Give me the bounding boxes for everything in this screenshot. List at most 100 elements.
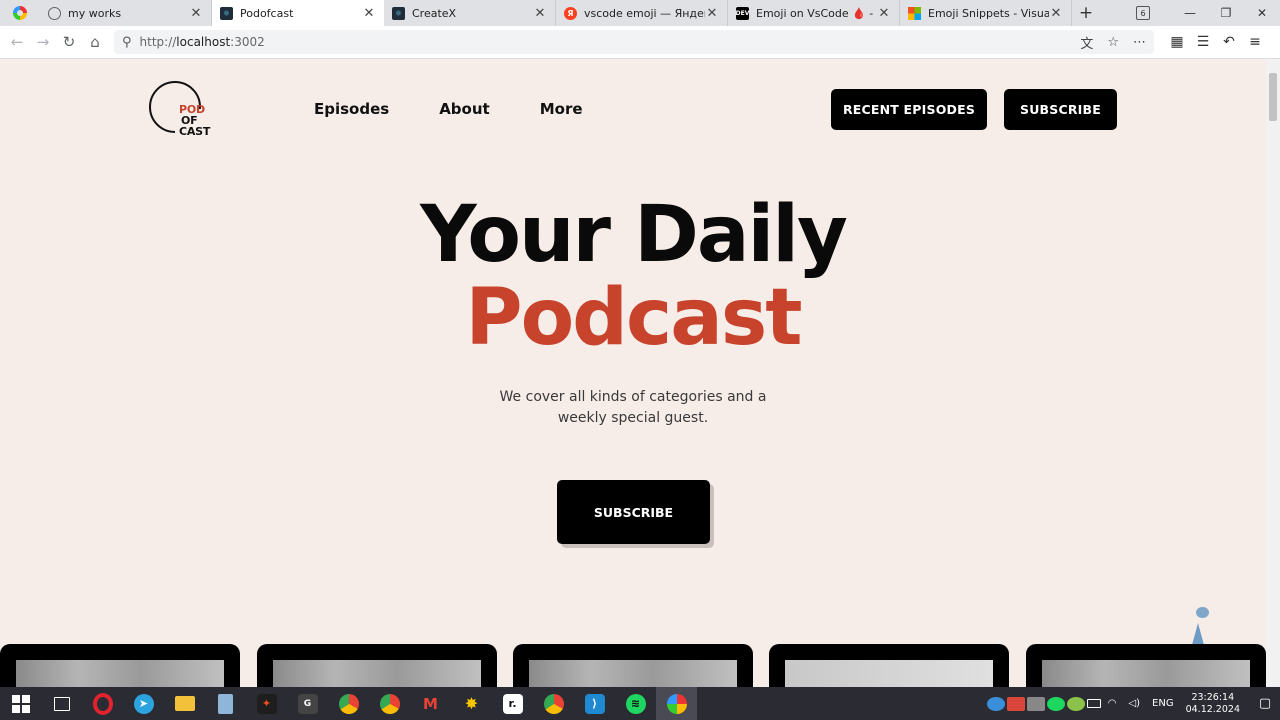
close-icon[interactable]: ✕: [362, 6, 376, 21]
react-icon: ⚛: [220, 6, 233, 20]
system-clock[interactable]: 23:26:14 04.12.2024: [1186, 692, 1240, 716]
reload-icon[interactable]: ↻: [56, 33, 82, 51]
nav-about[interactable]: About: [439, 100, 490, 118]
tab-emoji-snippets[interactable]: Emoji Snippets - Visual Stu ✕: [900, 0, 1072, 26]
clock-time: 23:26:14: [1191, 691, 1235, 703]
browser-logo-icon[interactable]: [0, 0, 40, 26]
browser-icon[interactable]: [656, 687, 697, 720]
logo-text-cast: CAST: [179, 125, 211, 138]
telegram-icon[interactable]: ➤: [123, 687, 164, 720]
tab-createx[interactable]: ⚛ CreateX ✕: [384, 0, 556, 26]
address-bar[interactable]: ⚲ http://localhost:3002 文 ☆ ⋯: [114, 30, 1154, 54]
windows-start-icon[interactable]: [0, 687, 41, 720]
close-icon[interactable]: ✕: [533, 6, 547, 21]
browser-tab-strip: my works ✕ ⚛ Podofcast ✕ ⚛ CreateX ✕ Я v…: [0, 0, 1280, 26]
tab-title: Podofcast: [240, 6, 294, 20]
vscode-icon[interactable]: ⟩: [574, 687, 615, 720]
extensions-grid-icon[interactable]: ▦: [1164, 34, 1190, 50]
clock-date: 04.12.2024: [1185, 703, 1240, 715]
episode-card[interactable]: [513, 644, 753, 687]
tray-green-icon[interactable]: [1066, 696, 1085, 711]
close-icon[interactable]: ✕: [877, 6, 891, 21]
hero-title-line1: Your Daily: [420, 190, 848, 280]
subscribe-header-button[interactable]: SUBSCRIBE: [1004, 89, 1117, 130]
favorites-list-icon[interactable]: ☰: [1190, 34, 1216, 50]
tab-dev[interactable]: DEV Emoji on VsCode 🩸 - DEV ✕: [728, 0, 900, 26]
new-tab-button[interactable]: +: [1072, 0, 1100, 26]
react-icon: ⚛: [392, 6, 405, 20]
nav-more[interactable]: More: [540, 100, 583, 118]
back-icon[interactable]: ←: [4, 33, 30, 51]
tab-count-badge[interactable]: 6: [1136, 6, 1150, 20]
figma-icon[interactable]: ✦: [246, 687, 287, 720]
notification-center-icon[interactable]: ▢: [1250, 696, 1280, 711]
tab-title: CreateX: [412, 6, 457, 20]
hero-subtitle-line1: We cover all kinds of categories and a: [499, 389, 767, 405]
episode-card[interactable]: [1026, 644, 1266, 687]
tab-my-works[interactable]: my works ✕: [40, 0, 212, 26]
chrome-icon[interactable]: [533, 687, 574, 720]
opera-icon[interactable]: [82, 687, 123, 720]
close-icon[interactable]: ✕: [1049, 6, 1063, 21]
url-host: localhost: [176, 35, 231, 49]
nav-episodes[interactable]: Episodes: [314, 100, 389, 118]
page-content: POD OF CAST Episodes About More RECENT E…: [0, 59, 1266, 687]
tray-monitor-icon[interactable]: [1026, 696, 1045, 711]
language-indicator[interactable]: ENG: [1152, 698, 1174, 709]
episode-card[interactable]: [0, 644, 240, 687]
page-scrollbar[interactable]: [1266, 59, 1280, 687]
g-app-icon[interactable]: G: [287, 687, 328, 720]
chrome-user2-icon[interactable]: [369, 687, 410, 720]
tab-yandex[interactable]: Я vscode emoji — Яндекс: на ✕: [556, 0, 728, 26]
history-undo-icon[interactable]: ↶: [1216, 34, 1242, 50]
search-icon: ⚲: [122, 34, 132, 50]
hero-title-line2: Podcast: [465, 273, 802, 363]
home-icon[interactable]: ⌂: [82, 33, 108, 51]
episode-card[interactable]: [257, 644, 497, 687]
close-icon[interactable]: ✕: [189, 6, 203, 21]
tab-title: Emoji Snippets - Visual Stu: [928, 6, 1049, 20]
scrollbar-thumb[interactable]: [1269, 73, 1277, 121]
more-dots-icon[interactable]: ⋯: [1133, 35, 1146, 50]
episode-thumbnail: [273, 660, 481, 687]
translate-icon[interactable]: 文: [1080, 33, 1093, 52]
tab-title: my works: [68, 6, 122, 20]
episode-thumbnail: [785, 660, 993, 687]
r-app-icon[interactable]: r.: [492, 687, 533, 720]
forward-icon[interactable]: →: [30, 33, 56, 51]
chrome-user-icon[interactable]: [328, 687, 369, 720]
browser-toolbar: ← → ↻ ⌂ ⚲ http://localhost:3002 文 ☆ ⋯ ▦ …: [0, 26, 1280, 59]
bookmark-star-icon[interactable]: ☆: [1107, 35, 1119, 50]
file-explorer-icon[interactable]: [164, 687, 205, 720]
volume-icon[interactable]: ◁): [1128, 698, 1140, 709]
dev-icon: DEV: [736, 6, 749, 20]
system-tray: ◠ ◁) ENG 23:26:14 04.12.2024 ▢: [986, 687, 1280, 720]
restore-icon[interactable]: ❐: [1208, 6, 1244, 20]
battery-icon[interactable]: [1086, 699, 1101, 708]
recent-episodes-button[interactable]: RECENT EPISODES: [831, 89, 987, 130]
hero-subtitle: We cover all kinds of categories and a w…: [483, 387, 783, 429]
subscribe-hero-button[interactable]: SUBSCRIBE: [557, 480, 710, 544]
menu-icon[interactable]: ≡: [1242, 34, 1268, 50]
task-view-icon[interactable]: [41, 687, 82, 720]
spark-icon[interactable]: ✸: [451, 687, 492, 720]
url-scheme: http://: [139, 35, 177, 49]
episode-thumbnail: [1042, 660, 1250, 687]
episode-cards-row: [0, 644, 1266, 687]
minimize-icon[interactable]: —: [1172, 6, 1208, 20]
close-window-icon[interactable]: ✕: [1244, 6, 1280, 20]
tab-title: vscode emoji — Яндекс: на: [584, 6, 705, 20]
tray-spotify-icon[interactable]: [1046, 696, 1065, 711]
notepad-icon[interactable]: [205, 687, 246, 720]
gmail-icon[interactable]: M: [410, 687, 451, 720]
url-text[interactable]: http://localhost:3002: [140, 35, 1067, 49]
figure-head: [1196, 607, 1209, 618]
wifi-icon[interactable]: ◠: [1108, 698, 1117, 709]
tray-flag-icon[interactable]: [1006, 696, 1025, 711]
spotify-icon[interactable]: ≋: [615, 687, 656, 720]
episode-card[interactable]: [769, 644, 1009, 687]
close-icon[interactable]: ✕: [705, 6, 719, 21]
tray-app-icon[interactable]: [986, 696, 1005, 711]
tab-podofcast[interactable]: ⚛ Podofcast ✕: [212, 0, 384, 26]
site-logo[interactable]: POD OF CAST: [149, 81, 213, 139]
